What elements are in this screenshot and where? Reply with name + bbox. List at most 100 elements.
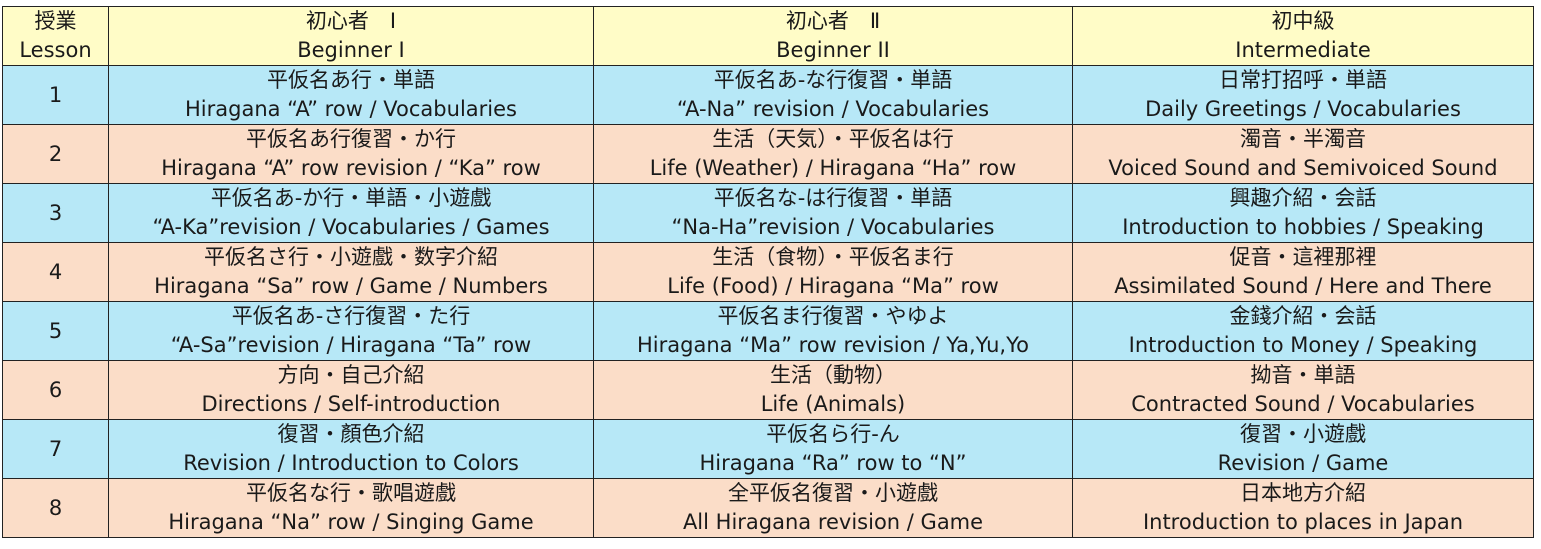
table-row: 4 平仮名さ行・小遊戲・数字介紹 Hiragana “Sa” row / Game … bbox=[2, 242, 1534, 302]
beginner2-cell: 平仮名ら行-ん Hiragana “Ra” row to “N” bbox=[593, 419, 1073, 479]
beginner2-cell-jp: 生活（動物） bbox=[770, 363, 896, 387]
beginner1-cell: 平仮名あ-さ行復習・た行 “A-Sa”revision / Hiragana “T… bbox=[108, 301, 594, 361]
header-row: 授業 Lesson 初心者 Ⅰ Beginner I 初心者 Ⅱ Beginne… bbox=[2, 6, 1534, 66]
header-intermediate: 初中級 Intermediate bbox=[1072, 6, 1534, 66]
intermediate-cell-en: Voiced Sound and Semivoiced Sound bbox=[1108, 156, 1498, 180]
lesson-schedule-table: 授業 Lesson 初心者 Ⅰ Beginner I 初心者 Ⅱ Beginne… bbox=[2, 6, 1534, 538]
beginner2-cell: 平仮名あ-な行復習・単語 “A-Na” revision / Vocabulari… bbox=[593, 65, 1073, 125]
beginner2-cell-en: Life (Animals) bbox=[760, 392, 906, 416]
beginner1-cell: 平仮名さ行・小遊戲・数字介紹 Hiragana “Sa” row / Game /… bbox=[108, 242, 594, 302]
beginner2-cell-jp: 生活（食物）・平仮名ま行 bbox=[712, 245, 954, 269]
table-row: 3 平仮名あ-か行・単語・小遊戲 “A-Ka”revision / Vocabula… bbox=[2, 183, 1534, 243]
beginner2-cell-jp: 全平仮名復習・小遊戲 bbox=[728, 481, 938, 505]
intermediate-cell-jp: 日常打招呼・単語 bbox=[1219, 68, 1387, 92]
header-intermediate-jp: 初中級 bbox=[1271, 9, 1335, 33]
intermediate-cell: 日本地方介紹 Introduction to places in Japan bbox=[1072, 478, 1534, 538]
table-row: 6 方向・自己介紹 Directions / Self-introduction 生活… bbox=[2, 360, 1534, 420]
beginner1-cell: 平仮名あ行・単語 Hiragana “A” row / Vocabularies bbox=[108, 65, 594, 125]
beginner2-cell: 生活（食物）・平仮名ま行 Life (Food) / Hiragana “Ma” … bbox=[593, 242, 1073, 302]
beginner2-cell-jp: 平仮名あ-な行復習・単語 bbox=[713, 68, 953, 92]
intermediate-cell: 興趣介紹・会話 Introduction to hobbies / Speakin… bbox=[1072, 183, 1534, 243]
header-intermediate-en: Intermediate bbox=[1235, 38, 1371, 62]
intermediate-cell: 日常打招呼・単語 Daily Greetings / Vocabularies bbox=[1072, 65, 1534, 125]
beginner1-cell-jp: 方向・自己介紹 bbox=[277, 363, 425, 387]
intermediate-cell-en: Revision / Game bbox=[1217, 451, 1389, 475]
intermediate-cell-en: Assimilated Sound / Here and There bbox=[1114, 274, 1492, 298]
beginner1-cell-jp: 復習・顏色介紹 bbox=[277, 422, 425, 446]
beginner1-cell-jp: 平仮名な行・歌唱遊戲 bbox=[246, 481, 456, 505]
beginner2-cell-jp: 生活（天気）・平仮名は行 bbox=[712, 127, 954, 151]
beginner1-cell-en: “A-Sa”revision / Hiragana “Ta” row bbox=[170, 333, 532, 357]
table-row: 7 復習・顏色介紹 Revision / Introduction to Color… bbox=[2, 419, 1534, 479]
intermediate-cell-jp: 促音・這裡那裡 bbox=[1229, 245, 1377, 269]
lesson-number-cell: 1 bbox=[2, 65, 109, 125]
beginner2-cell-en: Hiragana “Ma” row revision / Ya,Yu,Yo bbox=[637, 333, 1029, 357]
beginner2-cell-en: Life (Food) / Hiragana “Ma” row bbox=[667, 274, 999, 298]
beginner2-cell: 平仮名な-は行復習・単語 “Na-Ha”revision / Vocabulari… bbox=[593, 183, 1073, 243]
beginner1-cell-jp: 平仮名さ行・小遊戲・数字介紹 bbox=[204, 245, 498, 269]
beginner1-cell-en: Hiragana “A” row revision / “Ka” row bbox=[161, 156, 541, 180]
beginner2-cell-jp: 平仮名な-は行復習・単語 bbox=[713, 186, 953, 210]
beginner1-cell-en: Directions / Self-introduction bbox=[201, 392, 501, 416]
header-beginner1-en: Beginner I bbox=[297, 38, 405, 62]
beginner1-cell-en: Hiragana “A” row / Vocabularies bbox=[185, 97, 517, 121]
intermediate-cell: 促音・這裡那裡 Assimilated Sound / Here and Ther… bbox=[1072, 242, 1534, 302]
beginner1-cell-en: Hiragana “Sa” row / Game / Numbers bbox=[154, 274, 548, 298]
table-row: 2 平仮名あ行復習・か行 Hiragana “A” row revision / “… bbox=[2, 124, 1534, 184]
beginner2-cell: 生活（天気）・平仮名は行 Life (Weather) / Hiragana “H… bbox=[593, 124, 1073, 184]
lesson-number-cell: 4 bbox=[2, 242, 109, 302]
table-row: 1 平仮名あ行・単語 Hiragana “A” row / Vocabularies… bbox=[2, 65, 1534, 125]
intermediate-cell-jp: 拗音・単語 bbox=[1250, 363, 1356, 387]
beginner1-cell-en: Revision / Introduction to Colors bbox=[183, 451, 519, 475]
intermediate-cell-jp: 日本地方介紹 bbox=[1240, 481, 1366, 505]
beginner1-cell-en: Hiragana “Na” row / Singing Game bbox=[168, 510, 534, 534]
header-beginner1: 初心者 Ⅰ Beginner I bbox=[108, 6, 594, 66]
intermediate-cell: 拗音・単語 Contracted Sound / Vocabularies bbox=[1072, 360, 1534, 420]
beginner1-cell-jp: 平仮名あ-か行・単語・小遊戲 bbox=[210, 186, 492, 210]
beginner2-cell-en: “Na-Ha”revision / Vocabularies bbox=[671, 215, 995, 239]
beginner1-cell: 平仮名あ-か行・単語・小遊戲 “A-Ka”revision / Vocabular… bbox=[108, 183, 594, 243]
header-lesson-jp: 授業 bbox=[34, 9, 77, 33]
table-row: 8 平仮名な行・歌唱遊戲 Hiragana “Na” row / Singing G… bbox=[2, 478, 1534, 538]
intermediate-cell: 復習・小遊戲 Revision / Game bbox=[1072, 419, 1534, 479]
intermediate-cell-jp: 濁音・半濁音 bbox=[1240, 127, 1366, 151]
intermediate-cell-jp: 興趣介紹・会話 bbox=[1229, 186, 1377, 210]
beginner2-cell-en: Hiragana “Ra” row to “N” bbox=[699, 451, 967, 475]
intermediate-cell: 金錢介紹・会話 Introduction to Money / Speaking bbox=[1072, 301, 1534, 361]
beginner1-cell-jp: 平仮名あ行・単語 bbox=[267, 68, 435, 92]
lesson-number-cell: 6 bbox=[2, 360, 109, 420]
lesson-number-cell: 3 bbox=[2, 183, 109, 243]
beginner1-cell: 平仮名あ行復習・か行 Hiragana “A” row revision / “K… bbox=[108, 124, 594, 184]
intermediate-cell-en: Introduction to places in Japan bbox=[1142, 510, 1464, 534]
beginner1-cell: 平仮名な行・歌唱遊戲 Hiragana “Na” row / Singing Ga… bbox=[108, 478, 594, 538]
header-beginner2-jp: 初心者 Ⅱ bbox=[785, 9, 881, 33]
intermediate-cell-jp: 復習・小遊戲 bbox=[1240, 422, 1366, 446]
intermediate-cell-jp: 金錢介紹・会話 bbox=[1229, 304, 1377, 328]
lesson-number-cell: 7 bbox=[2, 419, 109, 479]
beginner1-cell-jp: 平仮名あ行復習・か行 bbox=[246, 127, 456, 151]
lesson-number-cell: 8 bbox=[2, 478, 109, 538]
beginner2-cell-en: All Hiragana revision / Game bbox=[682, 510, 984, 534]
header-beginner2-en: Beginner II bbox=[776, 38, 890, 62]
header-lesson: 授業 Lesson bbox=[2, 6, 109, 66]
beginner2-cell: 平仮名ま行復習・やゆよ Hiragana “Ma” row revision / … bbox=[593, 301, 1073, 361]
intermediate-cell-en: Contracted Sound / Vocabularies bbox=[1131, 392, 1475, 416]
beginner2-cell-jp: 平仮名ら行-ん bbox=[766, 422, 900, 446]
beginner1-cell-jp: 平仮名あ-さ行復習・た行 bbox=[231, 304, 471, 328]
lesson-number-cell: 2 bbox=[2, 124, 109, 184]
table-row: 5 平仮名あ-さ行復習・た行 “A-Sa”revision / Hiragana “… bbox=[2, 301, 1534, 361]
beginner2-cell-jp: 平仮名ま行復習・やゆよ bbox=[717, 304, 949, 328]
beginner1-cell: 復習・顏色介紹 Revision / Introduction to Colors bbox=[108, 419, 594, 479]
intermediate-cell-en: Daily Greetings / Vocabularies bbox=[1145, 97, 1461, 121]
beginner1-cell: 方向・自己介紹 Directions / Self-introduction bbox=[108, 360, 594, 420]
beginner2-cell: 全平仮名復習・小遊戲 All Hiragana revision / Game bbox=[593, 478, 1073, 538]
beginner1-cell-en: “A-Ka”revision / Vocabularies / Games bbox=[152, 215, 550, 239]
beginner2-cell: 生活（動物） Life (Animals) bbox=[593, 360, 1073, 420]
intermediate-cell-en: Introduction to hobbies / Speaking bbox=[1122, 215, 1484, 239]
header-lesson-en: Lesson bbox=[19, 38, 92, 62]
lesson-number-cell: 5 bbox=[2, 301, 109, 361]
beginner2-cell-en: Life (Weather) / Hiragana “Ha” row bbox=[649, 156, 1017, 180]
intermediate-cell: 濁音・半濁音 Voiced Sound and Semivoiced Sound bbox=[1072, 124, 1534, 184]
intermediate-cell-en: Introduction to Money / Speaking bbox=[1128, 333, 1478, 357]
header-beginner1-jp: 初心者 Ⅰ bbox=[305, 9, 397, 33]
